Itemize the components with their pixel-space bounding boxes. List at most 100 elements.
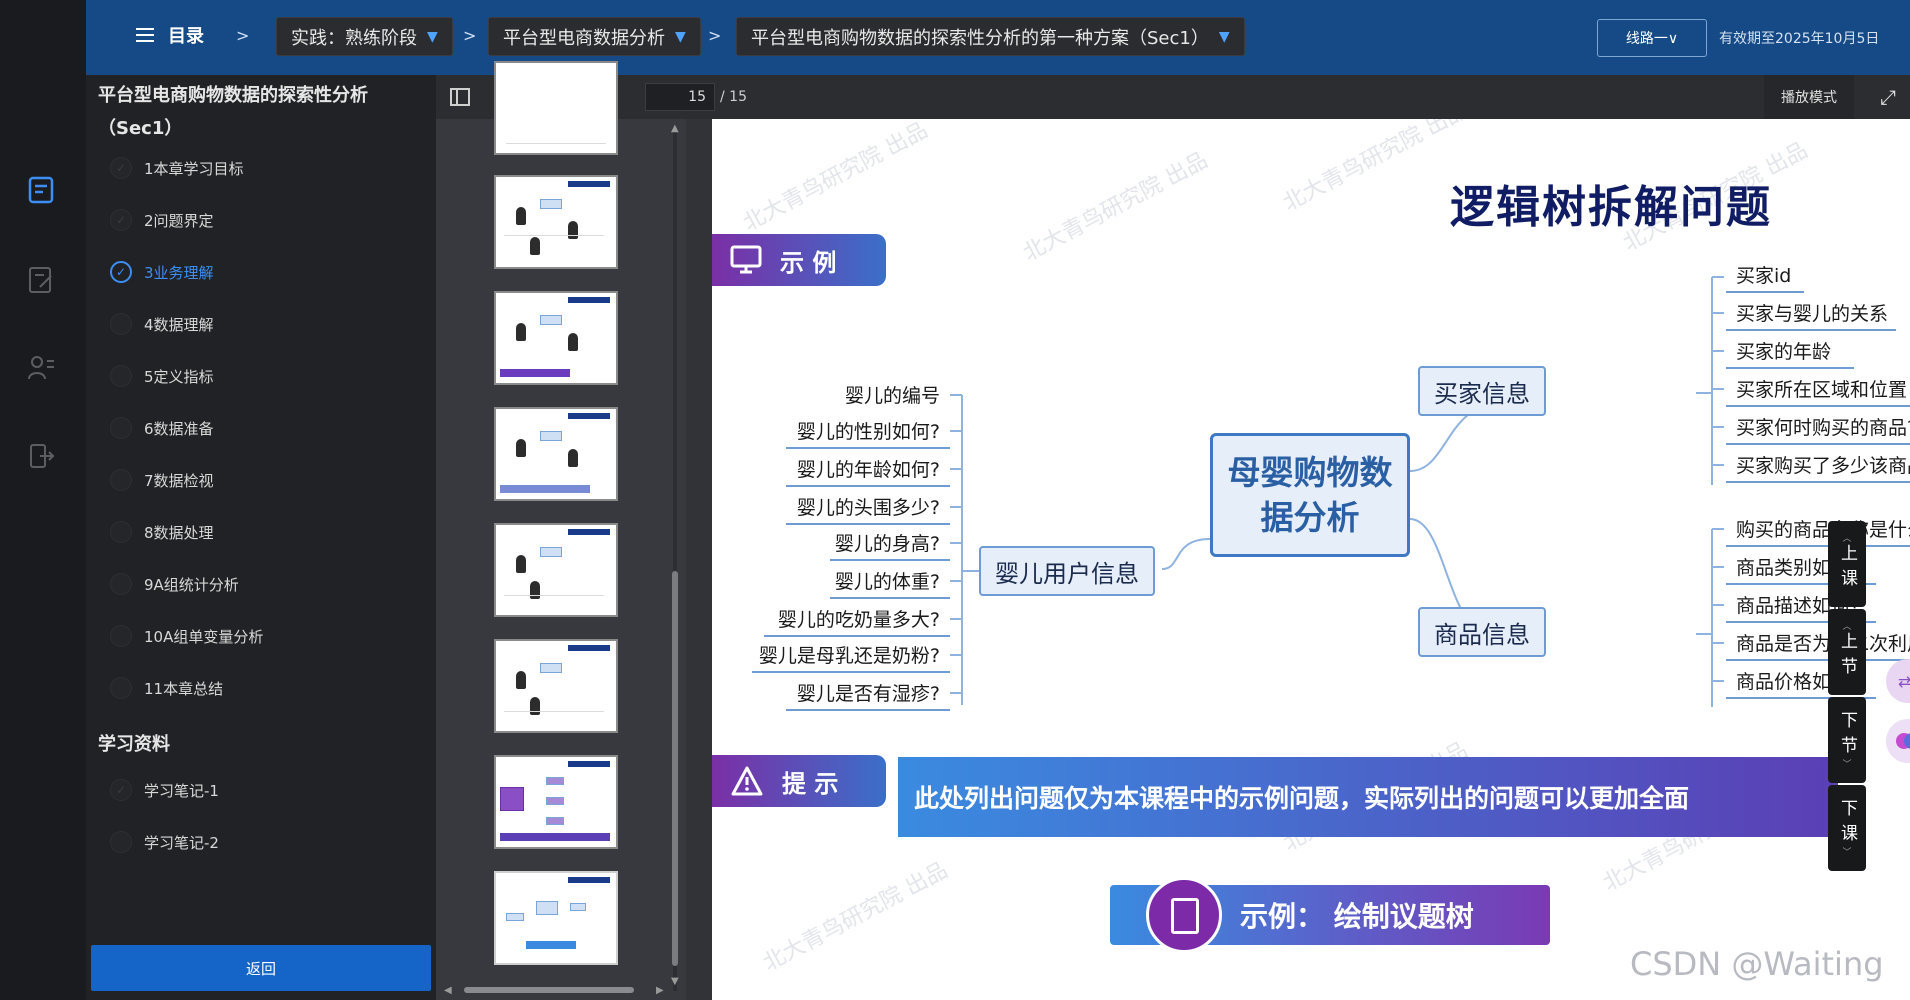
scroll-down-arrow-icon[interactable]: ▼ xyxy=(671,976,679,987)
thumb-figure xyxy=(568,449,578,467)
start-class-button[interactable]: ︿ 上课 xyxy=(1828,521,1866,607)
chevron-down-icon: ﹀ xyxy=(1842,847,1852,858)
breadcrumb-separator: > xyxy=(236,26,250,45)
thumbnail-page[interactable] xyxy=(494,407,618,501)
next-section-button[interactable]: 下节 ﹀ xyxy=(1828,697,1866,783)
thumb-figure xyxy=(530,581,540,599)
previous-section-label: 上节 xyxy=(1837,631,1857,682)
chapter-item-label: 4数据理解 xyxy=(144,315,214,334)
thumb-bar xyxy=(500,485,590,493)
catalog-label: 目录 xyxy=(168,26,204,47)
empty-circle-icon xyxy=(110,677,132,699)
chapter-item-10[interactable]: 10A组单变量分析 xyxy=(110,621,263,651)
buyer-info-node: 买家信息 xyxy=(1418,366,1546,416)
thumb-node xyxy=(500,787,524,811)
material-item-1[interactable]: ✓ 学习笔记-1 xyxy=(110,775,219,805)
materials-title: 学习资料 xyxy=(98,734,170,755)
baby-leaf: 婴儿的性别如何? xyxy=(786,417,950,449)
thumbnail-horizontal-scrollbar[interactable]: ◀ ▶ xyxy=(444,985,670,996)
start-class-label: 上课 xyxy=(1837,543,1857,594)
chapter-item-6[interactable]: 6数据准备 xyxy=(110,413,214,443)
chapter-item-label: 10A组单变量分析 xyxy=(144,627,264,646)
crumb-section-select[interactable]: 平台型电商购物数据的探索性分析的第一种方案（Sec1） ▼ xyxy=(736,17,1245,56)
catalog-menu-button[interactable]: 目录 xyxy=(136,22,204,48)
check-circle-icon: ✓ xyxy=(110,261,132,283)
scroll-thumb[interactable] xyxy=(672,571,678,966)
check-circle-icon: ✓ xyxy=(110,779,132,801)
thumb-node xyxy=(540,663,562,673)
thumb-figure xyxy=(516,555,526,573)
end-class-button[interactable]: 下课 ﹀ xyxy=(1828,785,1866,871)
exit-icon[interactable] xyxy=(26,441,56,471)
play-mode-button[interactable]: 播放模式 xyxy=(1764,75,1854,119)
chapter-item-4[interactable]: 4数据理解 xyxy=(110,309,214,339)
chapter-item-3[interactable]: ✓ 3业务理解 xyxy=(110,257,214,287)
thumb-figure xyxy=(530,237,540,255)
tip-badge-label: 提 示 xyxy=(782,769,839,798)
thumbnail-page[interactable] xyxy=(494,639,618,733)
thumb-node xyxy=(540,547,562,557)
tip-text: 此处列出问题仅为本课程中的示例问题，实际列出的问题可以更加全面 xyxy=(898,757,1838,837)
crumb-section-label: 平台型电商购物数据的探索性分析的第一种方案（Sec1） xyxy=(751,27,1209,49)
scroll-right-arrow-icon[interactable]: ▶ xyxy=(656,985,664,996)
top-header: 目录 > 实践：熟练阶段 ▼ > 平台型电商数据分析 ▼ > 平台型电商购物数据… xyxy=(86,0,1910,75)
route-select-button[interactable]: 线路一∨ xyxy=(1597,19,1707,57)
baby-leaf: 婴儿的头围多少? xyxy=(786,493,950,525)
thumbnail-page[interactable] xyxy=(494,523,618,617)
thumb-node xyxy=(570,903,586,911)
baby-leaf: 婴儿的吃奶量多大? xyxy=(764,605,950,637)
chapter-item-label: 7数据检视 xyxy=(144,471,214,490)
next-section-label: 下节 xyxy=(1837,710,1857,761)
baby-leaf: 婴儿是母乳还是奶粉? xyxy=(752,641,950,673)
baby-leaf: 婴儿的身高? xyxy=(830,529,950,561)
ai-brain-icon[interactable] xyxy=(1886,719,1910,763)
dropdown-triangle-icon: ▼ xyxy=(427,28,438,45)
thumb-line xyxy=(504,235,604,236)
chapter-item-2[interactable]: ✓ 2问题界定 xyxy=(110,205,214,235)
thumbnail-vertical-scrollbar[interactable]: ▲ ▼ xyxy=(670,123,680,991)
chapter-item-9[interactable]: 9A组统计分析 xyxy=(110,569,239,599)
page-number-input[interactable]: 15 xyxy=(645,83,715,111)
thumbnail-page[interactable] xyxy=(494,175,618,269)
thumbnail-page[interactable] xyxy=(494,291,618,385)
tip-badge: 提 示 xyxy=(712,755,886,807)
chapter-item-11[interactable]: 11本章总结 xyxy=(110,673,223,703)
chapter-item-7[interactable]: 7数据检视 xyxy=(110,465,214,495)
material-item-label: 学习笔记-2 xyxy=(144,833,219,852)
thumb-title xyxy=(568,877,610,883)
scroll-left-arrow-icon[interactable]: ◀ xyxy=(444,985,452,996)
thumbnail-page[interactable] xyxy=(494,61,618,155)
buyer-leaf: 买家id xyxy=(1726,261,1804,293)
thumb-bar xyxy=(500,369,570,377)
edit-icon[interactable] xyxy=(26,265,56,295)
thumb-node xyxy=(506,913,524,921)
scroll-up-arrow-icon[interactable]: ▲ xyxy=(671,123,679,134)
buyer-leaf: 买家所在区域和位置 xyxy=(1726,375,1910,407)
previous-section-button[interactable]: ︿ 上节 xyxy=(1828,609,1866,695)
doc-icon[interactable] xyxy=(26,175,56,205)
chapter-item-8[interactable]: 8数据处理 xyxy=(110,517,214,547)
fullscreen-icon[interactable]: ⤢ xyxy=(1876,85,1900,109)
thumbnail-page[interactable] xyxy=(494,755,618,849)
breadcrumb-separator: > xyxy=(708,26,722,45)
dropdown-triangle-icon: ▼ xyxy=(675,28,686,45)
chapter-item-5[interactable]: 5定义指标 xyxy=(110,361,214,391)
material-item-2[interactable]: 学习笔记-2 xyxy=(110,827,219,857)
crumb-course-select[interactable]: 平台型电商数据分析 ▼ xyxy=(488,17,701,56)
thumb-figure xyxy=(568,333,578,351)
crumb-stage-select[interactable]: 实践：熟练阶段 ▼ xyxy=(276,17,453,56)
thumb-figure xyxy=(530,697,540,715)
sidebar-toggle-icon[interactable] xyxy=(448,85,472,109)
return-button[interactable]: 返回 xyxy=(91,945,431,991)
chapter-item-1[interactable]: ✓ 1本章学习目标 xyxy=(110,153,244,183)
buyer-leaf: 买家购买了多少该商品? xyxy=(1726,451,1910,483)
thumbnail-sidebar: ▲ ▼ ◀ ▶ xyxy=(436,61,686,1000)
people-icon[interactable] xyxy=(26,353,56,383)
scroll-thumb[interactable] xyxy=(464,987,634,993)
thumb-node xyxy=(540,199,562,209)
translate-icon[interactable]: ⇄ xyxy=(1886,659,1910,703)
thumbnail-page-current[interactable] xyxy=(494,871,618,965)
crumb-stage-label: 实践：熟练阶段 xyxy=(291,27,417,49)
page-total: / 15 xyxy=(720,89,747,105)
thumb-bar xyxy=(526,941,576,949)
